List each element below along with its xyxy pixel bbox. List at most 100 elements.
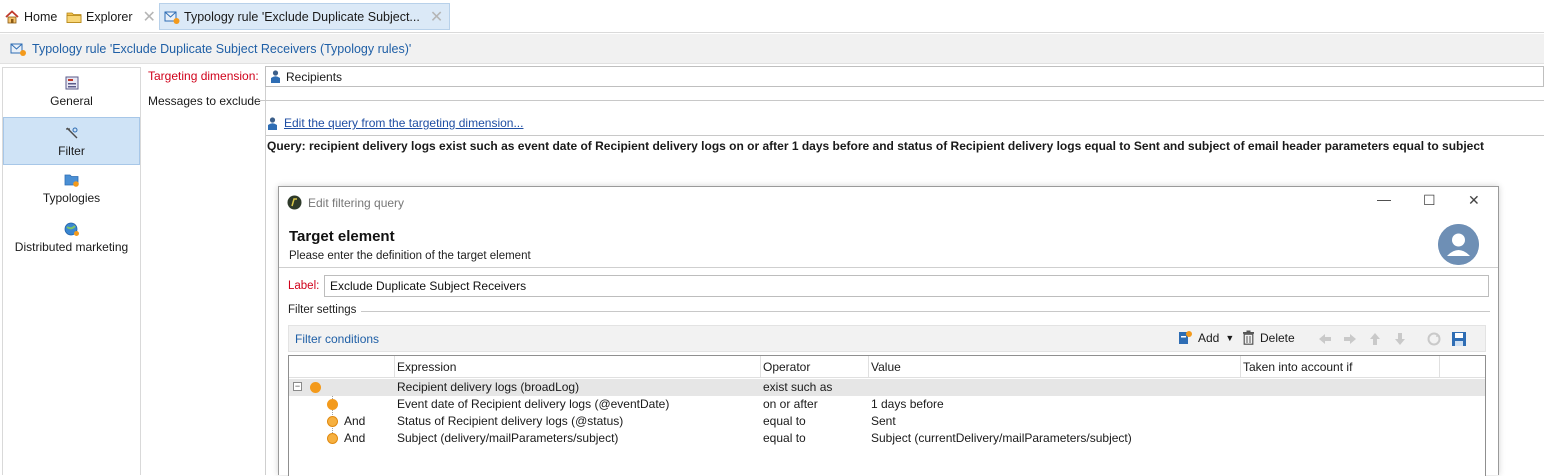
tab-label: Typology rule 'Exclude Duplicate Subject…: [184, 9, 420, 24]
query-summary: Query: recipient delivery logs exist suc…: [267, 139, 1485, 153]
nav-item-filter[interactable]: Filter: [3, 117, 140, 165]
row-expression: Subject (delivery/mailParameters/subject…: [397, 431, 619, 445]
row-conjunction: And: [344, 414, 366, 428]
nav-item-distributed-marketing[interactable]: Distributed marketing: [3, 221, 140, 265]
delete-button[interactable]: Delete: [1242, 330, 1295, 345]
row-conjunction: And: [344, 431, 366, 445]
tab-bar: Home Explorer ✕ Typology rule 'Exclude D…: [0, 0, 1544, 33]
filter-icon: [65, 127, 77, 139]
targeting-dimension-label: Targeting dimension:: [148, 69, 259, 83]
condition-node-icon: [327, 399, 338, 410]
condition-node-icon: [310, 382, 321, 393]
filter-conditions-toolbar: Filter conditions Add ▼ Delete: [288, 325, 1486, 352]
label-input[interactable]: [324, 275, 1489, 297]
minimize-icon[interactable]: —: [1377, 191, 1391, 207]
tab-home[interactable]: Home: [4, 3, 57, 30]
edit-query-link[interactable]: Edit the query from the targeting dimens…: [267, 116, 523, 130]
add-button-label: Add: [1198, 331, 1220, 345]
column-header-operator[interactable]: Operator: [763, 360, 810, 374]
collapse-icon[interactable]: −: [293, 382, 302, 391]
arrow-left-icon[interactable]: [1317, 331, 1333, 347]
save-icon[interactable]: [1451, 331, 1467, 347]
messages-to-exclude-label: Messages to exclude: [148, 94, 261, 108]
arrow-right-icon[interactable]: [1342, 331, 1358, 347]
folder-icon: [66, 12, 82, 23]
row-value: Subject (currentDelivery/mailParameters/…: [871, 431, 1132, 445]
column-header-expression[interactable]: Expression: [397, 360, 456, 374]
trash-icon: [1243, 330, 1254, 345]
close-icon[interactable]: ✕: [430, 7, 443, 27]
nav-item-typologies[interactable]: Typologies: [3, 172, 140, 216]
row-value: 1 days before: [871, 397, 944, 411]
tab-explorer[interactable]: Explorer ✕: [66, 3, 156, 30]
row-operator: equal to: [763, 431, 806, 445]
targeting-dimension-field[interactable]: Recipients: [265, 66, 1544, 87]
nav-label: Distributed marketing: [14, 240, 129, 254]
window-title-bar: Typology rule 'Exclude Duplicate Subject…: [0, 34, 1544, 64]
dialog-title: Edit filtering query: [308, 195, 405, 210]
tab-typology-rule[interactable]: Typology rule 'Exclude Duplicate Subject…: [159, 3, 451, 30]
maximize-icon[interactable]: ☐: [1423, 192, 1436, 209]
close-icon[interactable]: ✕: [1468, 192, 1480, 209]
dialog-subtitle: Please enter the definition of the targe…: [289, 250, 531, 262]
close-icon[interactable]: ✕: [143, 7, 156, 27]
nav-label: General: [50, 94, 93, 108]
row-value: Sent: [871, 414, 896, 428]
column-divider: [760, 356, 761, 378]
typology-rule-icon: [164, 11, 180, 24]
add-button[interactable]: Add ▼: [1178, 330, 1234, 346]
label-caption: Label:: [288, 280, 320, 292]
user-avatar-icon: [1438, 224, 1479, 265]
table-row[interactable]: − Recipient delivery logs (broadLog) exi…: [289, 379, 1485, 396]
column-header-taken-into-account[interactable]: Taken into account if: [1243, 360, 1352, 374]
app-icon: [287, 195, 302, 210]
dialog-header: Target element Please enter the definiti…: [279, 218, 1498, 262]
column-header-value[interactable]: Value: [871, 360, 901, 374]
and-condition-icon: [327, 433, 338, 444]
arrow-down-icon[interactable]: [1392, 331, 1408, 347]
add-icon: [1179, 331, 1192, 344]
left-navigation: General Filter Typologies Distributed ma…: [2, 67, 141, 475]
delete-button-label: Delete: [1260, 330, 1295, 345]
recipient-icon: [271, 70, 280, 83]
section-divider: [259, 100, 1544, 101]
refresh-icon[interactable]: [1426, 331, 1442, 347]
column-divider: [1439, 356, 1440, 378]
row-operator: equal to: [763, 414, 806, 428]
column-divider: [868, 356, 869, 378]
recipient-icon: [268, 116, 277, 130]
filter-settings-label: Filter settings: [288, 304, 357, 316]
row-expression: Recipient delivery logs (broadLog): [397, 380, 580, 394]
arrow-up-icon[interactable]: [1367, 331, 1383, 347]
targeting-dimension-value: Recipients: [286, 69, 343, 84]
query-divider: [266, 135, 1544, 136]
row-operator: on or after: [763, 397, 818, 411]
content-divider: [265, 66, 266, 475]
column-divider: [394, 356, 395, 378]
and-condition-icon: [327, 416, 338, 427]
typology-rule-icon: [10, 43, 26, 56]
filter-conditions-title: Filter conditions: [295, 332, 380, 346]
grid-header: Expression Operator Value Taken into acc…: [289, 356, 1485, 378]
edit-filtering-query-dialog: Edit filtering query — ☐ ✕ Target elemen…: [278, 186, 1499, 476]
nav-label: Typologies: [42, 191, 101, 205]
row-expression: Status of Recipient delivery logs (@stat…: [397, 414, 624, 428]
dialog-title-bar: Edit filtering query — ☐ ✕: [279, 187, 1498, 218]
row-operator: exist such as: [763, 380, 833, 394]
edit-query-link-text: Edit the query from the targeting dimens…: [284, 116, 524, 130]
table-row[interactable]: And Subject (delivery/mailParameters/sub…: [289, 430, 1485, 447]
table-row[interactable]: And Status of Recipient delivery logs (@…: [289, 413, 1485, 430]
window-title: Typology rule 'Exclude Duplicate Subject…: [32, 41, 412, 56]
distributed-marketing-icon: [64, 222, 79, 236]
dialog-header-divider: [279, 267, 1498, 268]
filter-settings-divider: [361, 311, 1490, 312]
tab-label: Explorer: [86, 9, 133, 24]
filter-conditions-grid[interactable]: Expression Operator Value Taken into acc…: [288, 355, 1486, 476]
dialog-heading: Target element: [289, 228, 395, 245]
nav-item-general[interactable]: General: [3, 75, 140, 119]
table-row[interactable]: Event date of Recipient delivery logs (@…: [289, 396, 1485, 413]
nav-label: Filter: [58, 144, 85, 158]
chevron-down-icon[interactable]: ▼: [1225, 333, 1234, 343]
general-icon: [65, 76, 78, 90]
typologies-icon: [64, 174, 79, 187]
